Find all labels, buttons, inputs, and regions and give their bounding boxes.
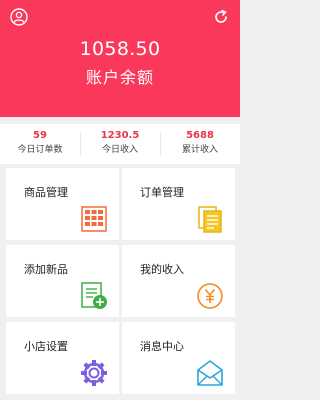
order-documents-icon (198, 206, 222, 233)
menu-card-label: 消息中心 (140, 340, 184, 353)
account-balance: 1058.50 (79, 38, 161, 60)
refresh-icon (215, 9, 227, 23)
add-product-icon (81, 282, 107, 309)
menu-card-add-product[interactable]: 添加新品 (6, 245, 119, 317)
account-balance-label: 账户余额 (85, 68, 154, 87)
user-icon (10, 8, 28, 26)
settings-gear-icon (81, 360, 107, 386)
stat-label: 累计收入 (181, 145, 218, 155)
menu-card-order-management[interactable]: 订单管理 (122, 168, 235, 240)
yen-coin-icon (197, 283, 223, 309)
refresh-button[interactable] (212, 8, 230, 26)
account-header: 1058.50 账户余额 (0, 0, 240, 117)
stat-label: 今日订单数 (17, 145, 63, 155)
menu-card-label: 我的收入 (140, 263, 184, 276)
stat-today-orders[interactable]: 59 今日订单数 (0, 124, 80, 164)
message-envelope-icon (197, 360, 223, 386)
menu-card-label: 添加新品 (24, 263, 68, 276)
menu-card-my-income[interactable]: 我的收入 (122, 245, 235, 317)
product-grid-icon (81, 206, 107, 232)
stat-value: 1230.5 (100, 130, 140, 141)
menu-card-shop-settings[interactable]: 小店设置 (6, 322, 119, 394)
menu-card-label: 订单管理 (140, 186, 184, 199)
stat-today-income[interactable]: 1230.5 今日收入 (80, 124, 160, 164)
menu-card-label: 小店设置 (24, 340, 68, 353)
stat-total-income[interactable]: 5688 累计收入 (160, 124, 240, 164)
stat-value: 59 (33, 130, 47, 141)
stat-value: 5688 (186, 130, 214, 141)
menu-card-label: 商品管理 (24, 186, 68, 199)
stats-bar: 59 今日订单数 1230.5 今日收入 5688 累计收入 (0, 124, 240, 164)
user-button[interactable] (10, 8, 28, 26)
menu-card-message-center[interactable]: 消息中心 (122, 322, 235, 394)
stat-label: 今日收入 (101, 145, 138, 155)
menu-card-product-management[interactable]: 商品管理 (6, 168, 119, 240)
